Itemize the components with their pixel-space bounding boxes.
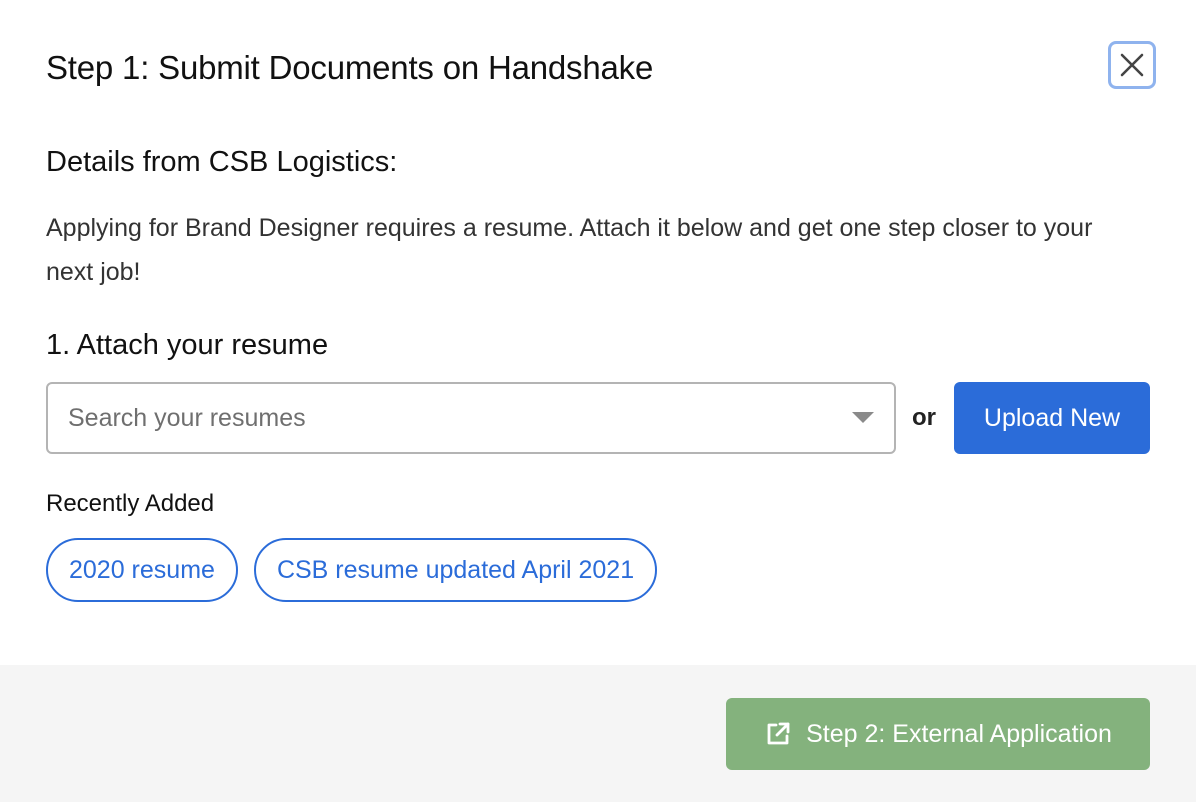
close-button[interactable] (1108, 41, 1156, 89)
step2-button-label: Step 2: External Application (806, 719, 1112, 748)
or-label: or (912, 404, 936, 431)
resume-search-select[interactable] (46, 382, 896, 454)
submit-documents-modal: Step 1: Submit Documents on Handshake De… (0, 0, 1196, 802)
recently-added-label: Recently Added (46, 490, 215, 517)
details-heading: Details from CSB Logistics: (46, 146, 398, 178)
recent-resume-chip[interactable]: 2020 resume (46, 538, 238, 602)
chevron-down-icon[interactable] (852, 412, 874, 423)
step2-external-application-button[interactable]: Step 2: External Application (726, 698, 1150, 770)
close-icon (1119, 52, 1145, 78)
attach-resume-heading: 1. Attach your resume (46, 329, 329, 361)
recent-resumes-list: 2020 resume CSB resume updated April 202… (46, 538, 658, 602)
recent-resume-chip[interactable]: CSB resume updated April 2021 (253, 538, 658, 602)
job-description: Applying for Brand Designer requires a r… (46, 214, 1093, 286)
resume-search-input[interactable] (48, 384, 828, 452)
modal-title: Step 1: Submit Documents on Handshake (46, 49, 654, 86)
modal-footer: Step 2: External Application (0, 665, 1196, 802)
upload-new-button[interactable]: Upload New (954, 382, 1150, 454)
external-link-icon (764, 720, 792, 748)
